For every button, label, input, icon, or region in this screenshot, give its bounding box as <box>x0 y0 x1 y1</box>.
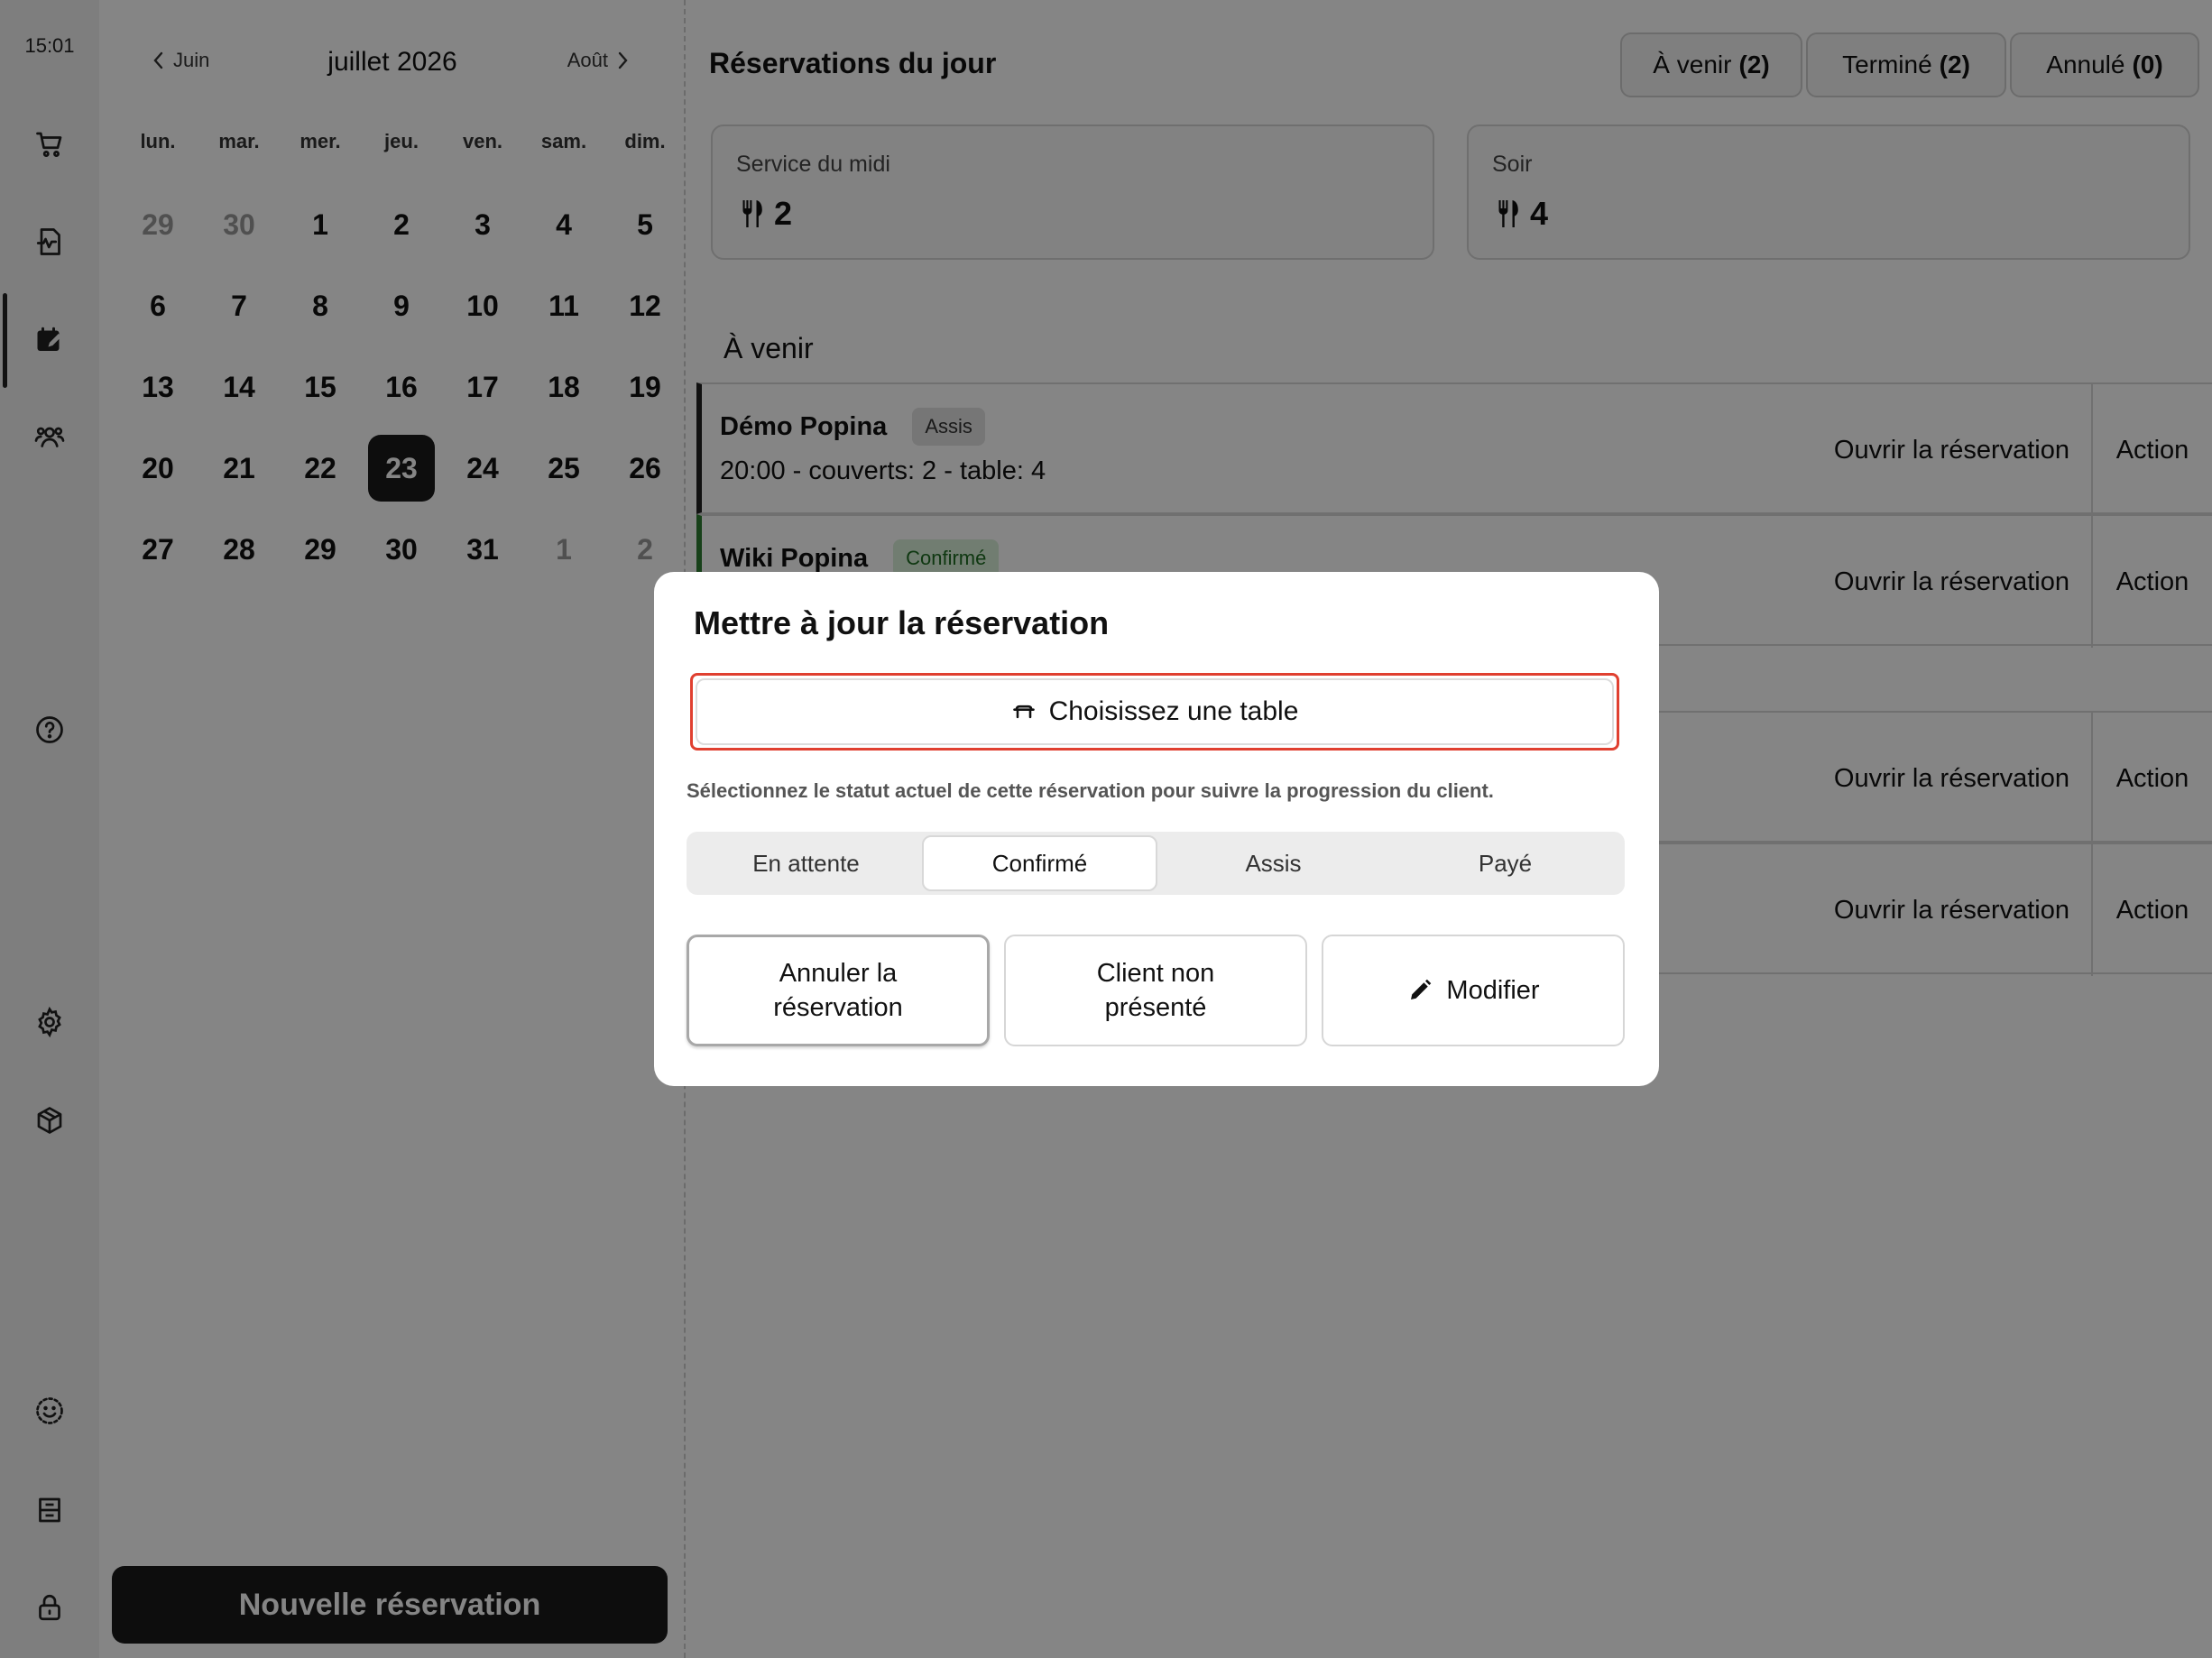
status-option-seated[interactable]: Assis <box>1157 835 1389 891</box>
status-option-paid[interactable]: Payé <box>1389 835 1621 891</box>
status-option-confirmed[interactable]: Confirmé <box>922 835 1157 891</box>
update-reservation-dialog: Mettre à jour la réservation Choisissez … <box>654 572 1659 1086</box>
choose-table-label: Choisissez une table <box>1048 696 1299 726</box>
edit-button[interactable]: Modifier <box>1322 935 1625 1046</box>
status-help-text: Sélectionnez le statut actuel de cette r… <box>687 779 1494 802</box>
dialog-title: Mettre à jour la réservation <box>694 604 1110 641</box>
choose-table-button[interactable]: Choisissez une table <box>696 678 1614 745</box>
status-option-pending[interactable]: En attente <box>690 835 922 891</box>
pencil-icon <box>1411 979 1432 999</box>
no-show-button[interactable]: Client non présenté <box>1004 935 1307 1046</box>
table-icon <box>1012 705 1035 719</box>
cancel-reservation-button[interactable]: Annuler la réservation <box>687 935 990 1046</box>
choose-table-highlight: Choisissez une table <box>690 673 1619 751</box>
status-segmented-control: En attente Confirmé Assis Payé <box>687 832 1625 895</box>
